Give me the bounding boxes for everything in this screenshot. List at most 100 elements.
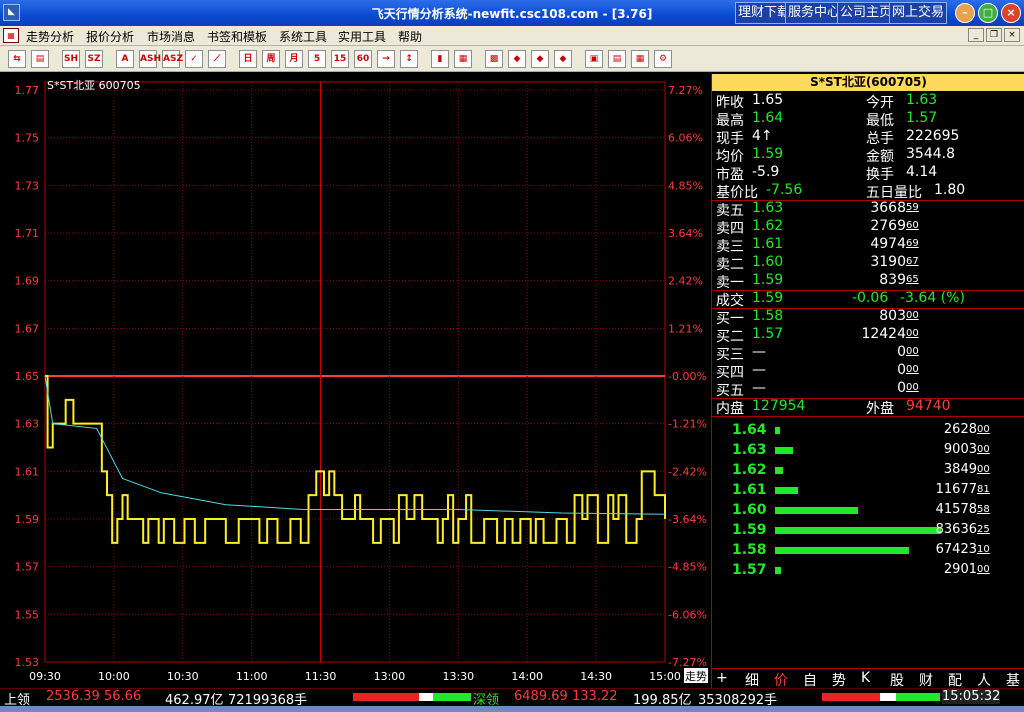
panel-tab[interactable]: + <box>716 670 728 686</box>
link-service[interactable]: 服务中心 <box>785 2 844 24</box>
title-bar: ◣ 飞天行情分析系统-newfit.csc108.com - [3.76] 理财… <box>0 0 1024 26</box>
index-a-icon[interactable]: A <box>116 50 134 68</box>
arrow-right-icon[interactable]: → <box>377 50 395 68</box>
candle-5min-icon[interactable]: 5 <box>308 50 326 68</box>
vbp-bar <box>775 567 781 574</box>
maximize-icon[interactable]: □ <box>978 3 998 23</box>
menu-utilities[interactable]: 实用工具 <box>338 28 386 45</box>
menu-help[interactable]: 帮助 <box>398 28 422 45</box>
print-icon[interactable]: ▦ <box>631 50 649 68</box>
tick-icon[interactable]: ↕ <box>400 50 418 68</box>
panel-tab[interactable]: 配 <box>948 670 962 690</box>
bid-volume: 0 <box>897 380 906 396</box>
document-icon[interactable]: ▦ <box>3 28 19 43</box>
time-tick-label: 14:00 <box>511 670 543 683</box>
trade-change: -0.06 <box>852 290 889 306</box>
mdi-minimize-icon[interactable]: _ <box>968 28 984 42</box>
link-online-trade[interactable]: 网上交易 <box>889 2 948 24</box>
table-a-icon[interactable]: ▦ <box>454 50 472 68</box>
taskbar-strip <box>0 706 1024 712</box>
ask-sub: 65 <box>906 274 919 285</box>
sz-index-icon[interactable]: SZ <box>85 50 103 68</box>
bars-icon[interactable]: ▮ <box>431 50 449 68</box>
book-icon[interactable]: ▣ <box>585 50 603 68</box>
bid-label: 买一 <box>716 311 744 327</box>
vbp-sub: 25 <box>977 524 990 535</box>
ball-c-icon[interactable]: ◆ <box>554 50 572 68</box>
mdi-restore-icon[interactable]: ❐ <box>986 28 1002 42</box>
vbp-price: 1.58 <box>732 542 767 558</box>
panel-tabs: + 细价自势 K 股财配人基 <box>712 668 1024 690</box>
panel-tab[interactable]: 细 <box>745 670 759 690</box>
time-tick-label: 15:00 <box>649 670 681 683</box>
vbp-bar <box>775 487 798 494</box>
intraday-chart: 1.77 7.27% 1.75 6.06% 1.73 4.85% 1.71 3.64% 1.69… <box>15 79 708 683</box>
ask-price: 1.61 <box>752 236 784 252</box>
bid-label: 买五 <box>716 383 744 399</box>
menu-market-news[interactable]: 市场消息 <box>147 28 195 45</box>
inner-label: 内盘 <box>716 401 744 417</box>
line-chart-icon[interactable]: ⟋ <box>208 50 226 68</box>
panel-tab[interactable]: 股 <box>890 670 904 690</box>
quote-value: 1.64 <box>752 110 784 126</box>
check-icon[interactable]: ✓ <box>185 50 203 68</box>
vbp-volume: 41578 <box>935 502 977 517</box>
quote-value: 1.63 <box>906 92 938 108</box>
panel-tab[interactable]: 人 <box>977 670 991 690</box>
price-tick-label: 1.71 <box>15 227 40 240</box>
price-tick-label: 1.69 <box>15 275 40 288</box>
bid-label: 买四 <box>716 365 744 381</box>
candle-day-icon[interactable]: 日 <box>239 50 257 68</box>
minimize-icon[interactable]: – <box>955 3 975 23</box>
link-homepage[interactable]: 公司主页 <box>837 2 896 24</box>
price-line <box>45 375 666 544</box>
table-b-icon[interactable]: ▩ <box>485 50 503 68</box>
mdi-close-icon[interactable]: × <box>1004 28 1020 42</box>
panel-tab[interactable]: K <box>861 670 870 686</box>
menu-quote[interactable]: 报价分析 <box>86 28 134 45</box>
chart-mode-tab[interactable]: 走势 <box>685 670 707 683</box>
quote-value: -5.9 <box>752 164 780 180</box>
settings-icon[interactable]: ⚙ <box>654 50 672 68</box>
panel-tab[interactable]: 自 <box>803 670 817 690</box>
candle-60min-icon[interactable]: 60 <box>354 50 372 68</box>
app-window: ◣ 飞天行情分析系统-newfit.csc108.com - [3.76] 理财… <box>0 0 1024 712</box>
close-icon[interactable]: × <box>1001 3 1021 23</box>
panel-tab[interactable]: 财 <box>919 670 933 690</box>
back-icon[interactable]: ⇆ <box>8 50 26 68</box>
vbp-bar <box>775 547 909 554</box>
price-tick-label: 1.67 <box>15 322 40 335</box>
panel-tab[interactable]: 基 <box>1006 670 1020 690</box>
vbp-volume: 83636 <box>935 522 977 537</box>
candle-week-icon[interactable]: 周 <box>262 50 280 68</box>
index-asz-icon[interactable]: ASZ <box>162 50 183 68</box>
time-tick-label: 13:00 <box>374 670 406 683</box>
menu-trend[interactable]: 走势分析 <box>26 28 74 45</box>
candle-month-icon[interactable]: 月 <box>285 50 303 68</box>
panel-tab[interactable]: 势 <box>832 670 846 690</box>
menu-system-tools[interactable]: 系统工具 <box>279 28 327 45</box>
panel-tab[interactable]: 价 <box>774 670 788 690</box>
vbp-sub: 81 <box>977 484 990 495</box>
price-tick-label: 1.55 <box>15 608 40 621</box>
menu-bookmarks[interactable]: 书签和模板 <box>207 28 267 45</box>
ball-a-icon[interactable]: ◆ <box>508 50 526 68</box>
percent-tick-label: 7.27% <box>668 84 703 97</box>
candle-15min-icon[interactable]: 15 <box>331 50 349 68</box>
percent-tick-label: 4.85% <box>668 179 703 192</box>
index-ash-icon[interactable]: ASH <box>139 50 161 68</box>
tile-icon[interactable]: ▤ <box>31 50 49 68</box>
bid-price: — <box>752 344 766 360</box>
percent-tick-label: 6.06% <box>668 132 703 145</box>
quote-label: 最高 <box>716 113 744 129</box>
ball-b-icon[interactable]: ◆ <box>531 50 549 68</box>
ask-sub: 60 <box>906 220 919 231</box>
doc-icon[interactable]: ▤ <box>608 50 626 68</box>
sh-flat-bar <box>419 693 433 701</box>
time-tick-label: 10:30 <box>167 670 199 683</box>
quote-label: 最低 <box>866 113 894 129</box>
average-line <box>44 375 666 515</box>
percent-tick-label: 3.64% <box>668 227 703 240</box>
sh-index-icon[interactable]: SH <box>62 50 80 68</box>
vbp-sub: 00 <box>977 464 990 475</box>
